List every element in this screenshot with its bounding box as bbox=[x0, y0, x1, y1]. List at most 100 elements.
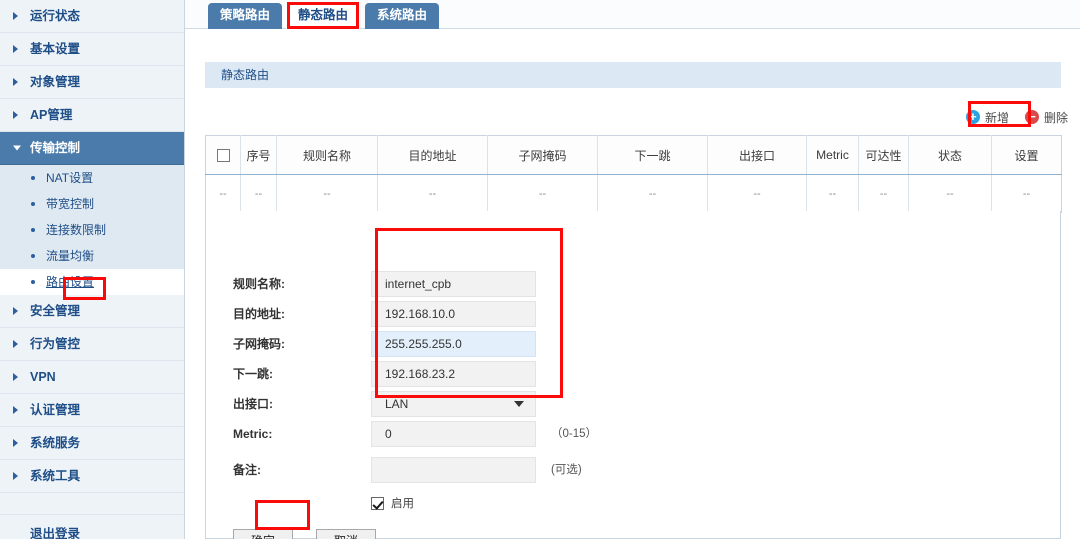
sidebar-item-security-management[interactable]: 安全管理 bbox=[0, 295, 184, 328]
remark-label: 备注: bbox=[233, 463, 261, 477]
tab-policy-route[interactable]: 策略路由 bbox=[208, 3, 282, 29]
sidebar-item-basic-settings[interactable]: 基本设置 bbox=[0, 33, 184, 66]
metric-input[interactable] bbox=[371, 421, 536, 447]
ok-button-label: 确定 bbox=[251, 534, 275, 539]
table-header-status[interactable]: 状态 bbox=[908, 135, 992, 175]
sidebar-item-label: 连接数限制 bbox=[46, 223, 107, 237]
cancel-button[interactable]: 取消 bbox=[316, 529, 376, 539]
sidebar-item-label: 带宽控制 bbox=[46, 197, 95, 211]
enable-checkbox[interactable] bbox=[371, 496, 384, 510]
sidebar-item-vpn[interactable]: VPN bbox=[0, 361, 184, 394]
panel-title: 静态路由 bbox=[205, 62, 1061, 88]
sidebar-item-label: 行为管控 bbox=[30, 337, 81, 351]
sidebar-item-label: NAT设置 bbox=[46, 171, 94, 185]
remark-input[interactable] bbox=[371, 457, 536, 483]
sidebar-item-nat-settings[interactable]: NAT设置 bbox=[0, 165, 184, 191]
logout-link[interactable]: 退出登录 bbox=[0, 515, 184, 539]
sidebar-item-label: 运行状态 bbox=[30, 9, 81, 23]
subnet-mask-label: 子网掩码: bbox=[233, 337, 285, 351]
sidebar-item-route-settings[interactable]: 路由设置 bbox=[0, 269, 184, 295]
dest-address-input[interactable] bbox=[371, 301, 536, 327]
rule-name-label: 规则名称: bbox=[233, 277, 285, 291]
panel-title-label: 静态路由 bbox=[221, 68, 270, 82]
sidebar-item-behavior-control[interactable]: 行为管控 bbox=[0, 328, 184, 361]
sidebar-item-running-status[interactable]: 运行状态 bbox=[0, 0, 184, 33]
tab-static-route[interactable]: 静态路由 bbox=[286, 3, 360, 29]
remark-hint: (可选) bbox=[551, 464, 582, 476]
sidebar-item-label: 系统服务 bbox=[30, 436, 81, 450]
bullet-icon bbox=[31, 280, 35, 284]
sidebar-item-ap-management[interactable]: AP管理 bbox=[0, 99, 184, 132]
table-header-reachability[interactable]: 可达性 bbox=[858, 135, 909, 175]
cell-index: -- bbox=[240, 174, 277, 213]
cell-dest-address: -- bbox=[377, 174, 488, 213]
plus-circle-icon: + bbox=[965, 110, 980, 124]
add-button[interactable]: + 新增 bbox=[958, 107, 1017, 128]
table-header-subnet-mask[interactable]: 子网掩码 bbox=[487, 135, 598, 175]
table-header-index[interactable]: 序号 bbox=[240, 135, 277, 175]
table-header-metric[interactable]: Metric bbox=[806, 135, 859, 175]
sidebar-item-connection-limit[interactable]: 连接数限制 bbox=[0, 217, 184, 243]
cell-out-interface: -- bbox=[707, 174, 807, 213]
sidebar-item-system-services[interactable]: 系统服务 bbox=[0, 427, 184, 460]
sidebar-item-transmission-control[interactable]: 传输控制 bbox=[0, 132, 184, 165]
chevron-down-icon bbox=[514, 401, 524, 407]
table-header-select-all[interactable] bbox=[205, 135, 241, 175]
chevron-right-icon bbox=[13, 472, 18, 480]
rule-name-input[interactable] bbox=[371, 271, 536, 297]
cell-status: -- bbox=[908, 174, 992, 213]
logout-label: 退出登录 bbox=[30, 527, 81, 539]
table-header-rule-name[interactable]: 规则名称 bbox=[276, 135, 378, 175]
cell-next-hop: -- bbox=[597, 174, 708, 213]
sidebar-item-object-management[interactable]: 对象管理 bbox=[0, 66, 184, 99]
metric-hint: （0-15） bbox=[551, 428, 598, 440]
select-all-checkbox[interactable] bbox=[216, 149, 230, 163]
ok-button[interactable]: 确定 bbox=[233, 529, 293, 539]
out-interface-select[interactable]: LAN bbox=[371, 391, 536, 417]
table-toolbar: + 新增 − 删除 bbox=[958, 105, 1076, 129]
sidebar-item-label: 安全管理 bbox=[30, 304, 81, 318]
sidebar-item-label: 基本设置 bbox=[30, 42, 81, 56]
content-area: 静态路由 + 新增 − 删除 序号 规则名称 目的地址 子网掩码 下一跳 出接口… bbox=[185, 29, 1080, 539]
sidebar-item-load-balance[interactable]: 流量均衡 bbox=[0, 243, 184, 269]
chevron-down-icon bbox=[13, 145, 21, 151]
enable-checkbox-row[interactable]: 启用 bbox=[371, 495, 414, 511]
enable-label: 启用 bbox=[391, 498, 414, 510]
sidebar-item-label: AP管理 bbox=[30, 108, 73, 122]
table-header-settings[interactable]: 设置 bbox=[991, 135, 1062, 175]
sidebar-item-label: 路由设置 bbox=[46, 275, 95, 289]
chevron-right-icon bbox=[13, 340, 18, 348]
chevron-right-icon bbox=[13, 406, 18, 414]
chevron-right-icon bbox=[13, 307, 18, 315]
next-hop-input[interactable] bbox=[371, 361, 536, 387]
cell-select[interactable]: -- bbox=[205, 174, 241, 213]
bullet-icon bbox=[31, 202, 35, 206]
table-row[interactable]: -- -- -- -- -- -- -- -- -- -- -- bbox=[205, 174, 1062, 213]
cell-settings[interactable]: -- bbox=[991, 174, 1062, 213]
out-interface-value: LAN bbox=[385, 397, 409, 411]
cell-subnet-mask: -- bbox=[487, 174, 598, 213]
bullet-icon bbox=[31, 176, 35, 180]
table-header-out-interface[interactable]: 出接口 bbox=[707, 135, 807, 175]
minus-circle-icon: − bbox=[1024, 110, 1039, 124]
static-route-table: 序号 规则名称 目的地址 子网掩码 下一跳 出接口 Metric 可达性 状态 … bbox=[205, 135, 1062, 213]
tab-label: 静态路由 bbox=[297, 8, 348, 22]
chevron-right-icon bbox=[13, 373, 18, 381]
router-admin-page: 运行状态 基本设置 对象管理 AP管理 传输控制 NAT设置 带宽控制 连接数限… bbox=[0, 0, 1080, 539]
sidebar-item-system-tools[interactable]: 系统工具 bbox=[0, 460, 184, 493]
table-header-next-hop[interactable]: 下一跳 bbox=[597, 135, 708, 175]
add-button-label: 新增 bbox=[984, 110, 1009, 125]
table-header-dest-address[interactable]: 目的地址 bbox=[377, 135, 488, 175]
chevron-right-icon bbox=[13, 45, 18, 53]
tab-label: 策略路由 bbox=[219, 8, 270, 22]
bullet-icon bbox=[31, 254, 35, 258]
sidebar-item-auth-management[interactable]: 认证管理 bbox=[0, 394, 184, 427]
subnet-mask-input[interactable] bbox=[371, 331, 536, 357]
sidebar-item-bandwidth-control[interactable]: 带宽控制 bbox=[0, 191, 184, 217]
delete-button[interactable]: − 删除 bbox=[1017, 107, 1076, 128]
table-header-row: 序号 规则名称 目的地址 子网掩码 下一跳 出接口 Metric 可达性 状态 … bbox=[205, 135, 1062, 175]
sidebar-spacer bbox=[0, 493, 184, 515]
tab-system-route[interactable]: 系统路由 bbox=[365, 3, 439, 29]
sidebar-item-label: 系统工具 bbox=[30, 469, 81, 483]
sidebar-item-label: 对象管理 bbox=[30, 75, 81, 89]
